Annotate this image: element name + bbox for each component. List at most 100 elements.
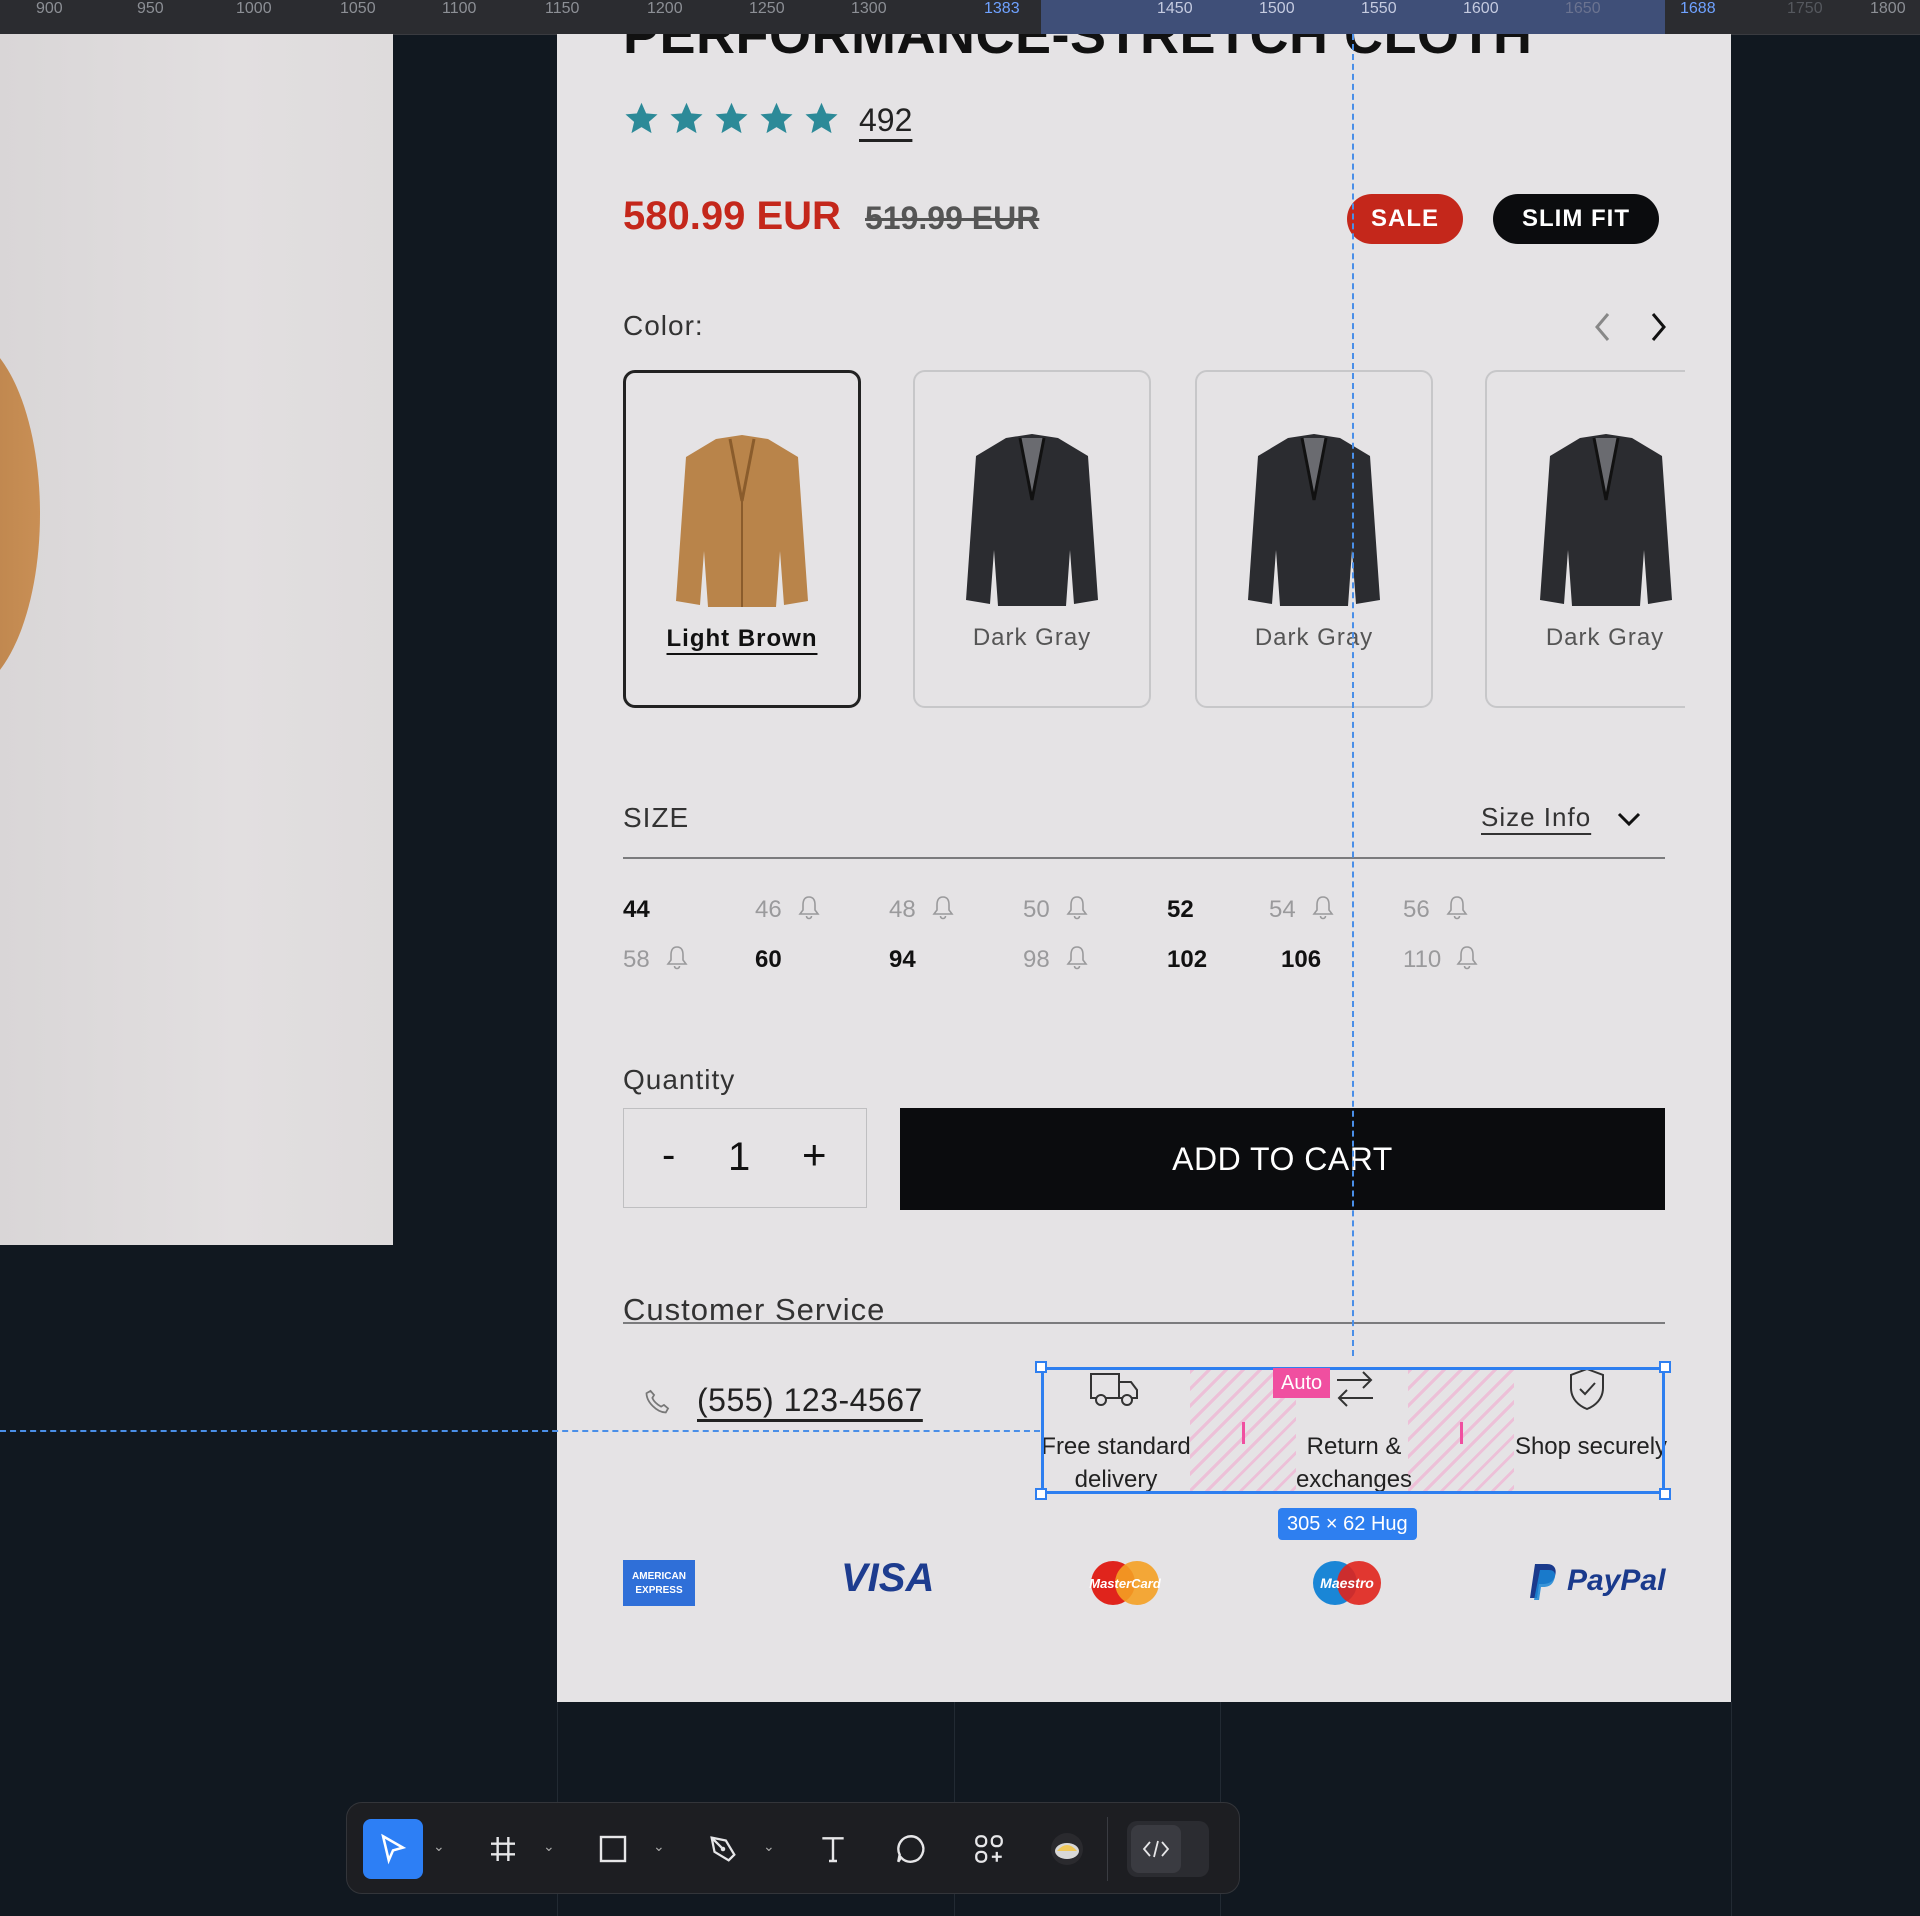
auto-layout-tag: Auto bbox=[1273, 1368, 1331, 1398]
move-tool-button[interactable] bbox=[363, 1819, 423, 1879]
quantity-stepper: - 1 + bbox=[623, 1108, 867, 1208]
comment-bubble-icon bbox=[897, 1835, 925, 1863]
resize-handle-top-left[interactable] bbox=[1035, 1361, 1047, 1373]
color-swatch-light-brown[interactable]: Light Brown bbox=[623, 370, 861, 708]
quantity-value[interactable]: 1 bbox=[728, 1135, 750, 1180]
jacket-thumbnail bbox=[676, 435, 808, 607]
ruler-tick-selection-start: 1383 bbox=[984, 0, 1020, 17]
size-option-60[interactable]: 60 bbox=[755, 946, 782, 974]
bell-icon[interactable] bbox=[797, 894, 821, 920]
jacket-thumbnail bbox=[1540, 434, 1672, 606]
ruler-tick: 900 bbox=[36, 0, 63, 17]
color-swatch-dark-gray[interactable]: Dark Gray bbox=[1195, 370, 1433, 708]
ruler-tick: 1200 bbox=[647, 0, 683, 17]
bell-icon[interactable] bbox=[665, 944, 689, 970]
size-option-44[interactable]: 44 bbox=[623, 896, 650, 924]
slim-fit-badge: SLIM FIT bbox=[1493, 194, 1659, 244]
components-tool-button[interactable] bbox=[959, 1819, 1019, 1879]
size-option-58[interactable]: 58 bbox=[623, 946, 650, 974]
quantity-increment-button[interactable]: + bbox=[802, 1131, 827, 1179]
bell-icon[interactable] bbox=[1311, 894, 1335, 920]
size-info-link[interactable]: Size Info bbox=[1481, 802, 1591, 833]
product-title: PERFORMANCE-STRETCH CLOTH bbox=[623, 34, 1533, 65]
size-option-50[interactable]: 50 bbox=[1023, 896, 1050, 924]
ruler-tick: 1800 bbox=[1870, 0, 1906, 17]
pen-tool-button[interactable] bbox=[693, 1819, 753, 1879]
bell-icon[interactable] bbox=[1445, 894, 1469, 920]
size-option-46[interactable]: 46 bbox=[755, 896, 782, 924]
dev-mode-toggle[interactable] bbox=[1127, 1821, 1209, 1877]
size-label: SIZE bbox=[623, 802, 690, 833]
size-option-54[interactable]: 54 bbox=[1269, 896, 1296, 924]
selection-box[interactable] bbox=[1041, 1367, 1665, 1494]
ruler-tick: 1750 bbox=[1787, 0, 1823, 17]
size-option-48[interactable]: 48 bbox=[889, 896, 916, 924]
size-option-102[interactable]: 102 bbox=[1167, 946, 1207, 974]
star-icon bbox=[715, 102, 748, 134]
chevron-down-icon[interactable]: ⌄ bbox=[763, 1839, 775, 1855]
resize-handle-bottom-right[interactable] bbox=[1659, 1488, 1671, 1500]
jacket-thumbnail bbox=[1248, 434, 1380, 606]
cursor-arrow-icon bbox=[381, 1833, 407, 1865]
chevron-down-icon[interactable]: ⌄ bbox=[543, 1839, 555, 1855]
plugin-tool-button[interactable] bbox=[1037, 1819, 1097, 1879]
bell-icon[interactable] bbox=[1065, 944, 1089, 970]
original-price: 519.99 EUR bbox=[865, 200, 1040, 236]
phone-icon bbox=[645, 1389, 670, 1414]
phone-number-link[interactable]: (555) 123-4567 bbox=[697, 1382, 923, 1419]
size-option-110[interactable]: 110 bbox=[1403, 946, 1441, 974]
visa-logo: VISA bbox=[841, 1556, 935, 1600]
size-option-98[interactable]: 98 bbox=[1023, 946, 1050, 974]
amex-logo-line-2: EXPRESS bbox=[635, 1585, 683, 1596]
toolbar-divider bbox=[1107, 1817, 1108, 1881]
chevron-down-icon[interactable] bbox=[1615, 808, 1643, 830]
swatch-label: Light Brown bbox=[666, 625, 818, 652]
chevron-down-icon[interactable]: ⌄ bbox=[433, 1839, 445, 1855]
ruler-tick: 950 bbox=[137, 0, 164, 17]
comment-tool-button[interactable] bbox=[881, 1819, 941, 1879]
paypal-p-icon bbox=[1530, 1564, 1556, 1600]
chevron-left-icon[interactable] bbox=[1592, 310, 1614, 344]
color-swatch-dark-gray[interactable]: Dark Gray bbox=[1485, 370, 1685, 708]
size-option-94[interactable]: 94 bbox=[889, 946, 916, 974]
pen-nib-icon bbox=[710, 1836, 736, 1862]
star-icon bbox=[625, 102, 658, 134]
ruler-tick: 1100 bbox=[442, 0, 477, 17]
ruler-tick: 1550 bbox=[1361, 0, 1397, 17]
top-ruler: 900 950 1000 1050 1100 1150 1200 1250 13… bbox=[0, 0, 1920, 35]
review-count-link[interactable]: 492 bbox=[859, 102, 912, 139]
text-t-icon bbox=[822, 1837, 844, 1863]
bell-icon[interactable] bbox=[1065, 894, 1089, 920]
bell-icon[interactable] bbox=[931, 894, 955, 920]
jacket-thumbnail bbox=[966, 434, 1098, 606]
chevron-down-icon[interactable]: ⌄ bbox=[653, 1839, 665, 1855]
jacket-sleeve-image bbox=[0, 334, 40, 694]
size-option-56[interactable]: 56 bbox=[1403, 896, 1430, 924]
resize-handle-top-right[interactable] bbox=[1659, 1361, 1671, 1373]
quantity-decrement-button[interactable]: - bbox=[662, 1133, 675, 1178]
bell-icon[interactable] bbox=[1455, 944, 1479, 970]
chevron-right-icon[interactable] bbox=[1647, 310, 1669, 344]
paypal-logo: PayPal bbox=[1567, 1564, 1666, 1597]
swatch-label: Dark Gray bbox=[1545, 624, 1665, 651]
components-icon bbox=[975, 1835, 1003, 1863]
frame-hash-icon bbox=[491, 1837, 515, 1861]
text-tool-button[interactable] bbox=[803, 1819, 863, 1879]
bottom-toolbar: ⌄ ⌄ ⌄ ⌄ bbox=[346, 1802, 1240, 1894]
maestro-logo-text: Maestro bbox=[1320, 1575, 1374, 1591]
product-photo bbox=[0, 34, 393, 1245]
sale-price: 580.99 EUR bbox=[623, 194, 841, 238]
ruler-tick: 1450 bbox=[1157, 0, 1193, 17]
frame-tool-button[interactable] bbox=[473, 1819, 533, 1879]
size-option-52[interactable]: 52 bbox=[1167, 896, 1194, 924]
size-divider bbox=[623, 857, 1665, 859]
size-option-106[interactable]: 106 bbox=[1281, 946, 1321, 974]
resize-handle-bottom-left[interactable] bbox=[1035, 1488, 1047, 1500]
rectangle-tool-button[interactable] bbox=[583, 1819, 643, 1879]
ruler-tick: 1250 bbox=[749, 0, 785, 17]
color-swatch-dark-gray[interactable]: Dark Gray bbox=[913, 370, 1151, 708]
quantity-label: Quantity bbox=[623, 1064, 736, 1095]
ruler-tick: 1150 bbox=[545, 0, 580, 17]
code-brackets-icon bbox=[1142, 1840, 1170, 1858]
add-to-cart-button[interactable]: ADD TO CART bbox=[900, 1108, 1665, 1210]
